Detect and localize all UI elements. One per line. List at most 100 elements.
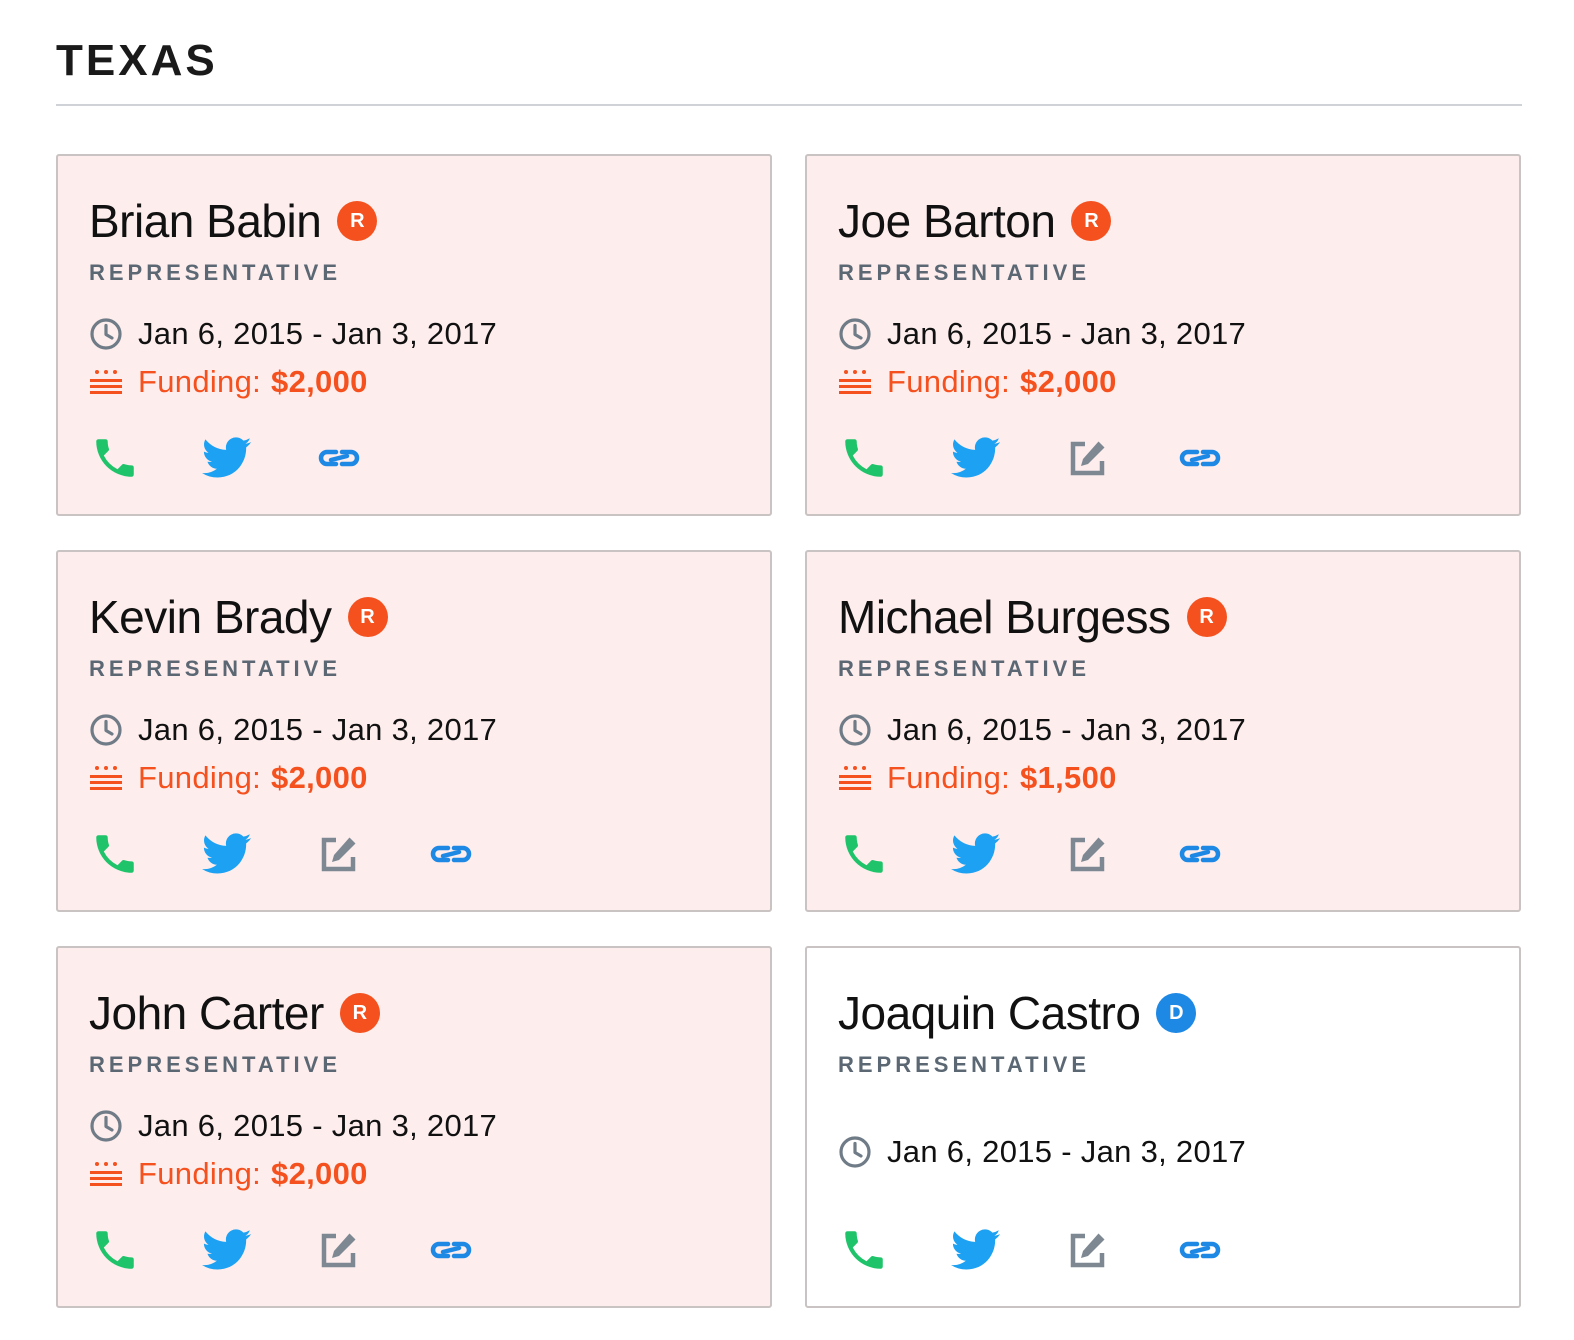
term-dates: Jan 6, 2015 - Jan 3, 2017 xyxy=(887,1134,1247,1169)
name-row: Joe Barton R xyxy=(838,194,1489,248)
twitter-button[interactable] xyxy=(201,432,253,484)
funding-icon xyxy=(838,764,872,792)
clock-icon xyxy=(89,317,123,351)
website-link-button[interactable] xyxy=(1174,828,1226,880)
action-bar xyxy=(89,828,537,880)
legislator-card: Joaquin Castro D REPRESENTATIVE Jan 6, 2… xyxy=(805,946,1521,1308)
website-link-button[interactable] xyxy=(425,828,477,880)
link-icon xyxy=(426,1235,476,1265)
link-icon xyxy=(314,443,364,473)
legislator-name: Brian Babin xyxy=(89,195,322,247)
website-link-button[interactable] xyxy=(1174,432,1226,484)
action-bar xyxy=(89,1224,537,1276)
link-icon xyxy=(426,839,476,869)
call-button[interactable] xyxy=(838,432,890,484)
legislator-name: Joaquin Castro xyxy=(838,987,1141,1039)
funding-icon xyxy=(89,1160,123,1188)
party-badge: R xyxy=(1186,597,1227,637)
funding-row: Funding: $2,000 xyxy=(89,358,740,406)
funding-label: Funding: xyxy=(138,364,262,399)
website-link-button[interactable] xyxy=(425,1224,477,1276)
legislator-role: REPRESENTATIVE xyxy=(838,260,1090,285)
link-icon xyxy=(1175,839,1225,869)
term-dates: Jan 6, 2015 - Jan 3, 2017 xyxy=(138,316,498,351)
contact-form-icon xyxy=(1067,437,1109,479)
website-link-button[interactable] xyxy=(313,432,365,484)
phone-icon xyxy=(90,433,140,483)
term-row: Jan 6, 2015 - Jan 3, 2017 xyxy=(89,312,740,356)
funding-amount: $2,000 xyxy=(271,364,368,399)
funding-label: Funding: xyxy=(138,1156,262,1191)
legislator-card: Brian Babin R REPRESENTATIVE Jan 6, 2015… xyxy=(56,154,772,516)
term-row: Jan 6, 2015 - Jan 3, 2017 xyxy=(89,708,740,752)
funding-amount: $2,000 xyxy=(271,760,368,795)
legislator-name: Michael Burgess xyxy=(838,591,1171,643)
clock-icon xyxy=(838,1135,872,1169)
contact-form-button[interactable] xyxy=(1062,828,1114,880)
twitter-button[interactable] xyxy=(950,1224,1002,1276)
call-button[interactable] xyxy=(838,828,890,880)
phone-icon xyxy=(90,1225,140,1275)
action-bar xyxy=(838,828,1286,880)
action-bar xyxy=(838,432,1286,484)
clock-icon xyxy=(838,713,872,747)
twitter-icon xyxy=(951,832,1001,876)
call-button[interactable] xyxy=(89,432,141,484)
link-icon xyxy=(1175,443,1225,473)
call-button[interactable] xyxy=(89,1224,141,1276)
legislator-name: John Carter xyxy=(89,987,324,1039)
term-row: Jan 6, 2015 - Jan 3, 2017 xyxy=(89,1104,740,1148)
twitter-button[interactable] xyxy=(950,432,1002,484)
twitter-button[interactable] xyxy=(201,828,253,880)
legislator-role: REPRESENTATIVE xyxy=(89,656,341,681)
contact-form-icon xyxy=(1067,1229,1109,1271)
twitter-button[interactable] xyxy=(201,1224,253,1276)
term-dates: Jan 6, 2015 - Jan 3, 2017 xyxy=(887,712,1247,747)
legislator-card: John Carter R REPRESENTATIVE Jan 6, 2015… xyxy=(56,946,772,1308)
website-link-button[interactable] xyxy=(1174,1224,1226,1276)
phone-icon xyxy=(90,829,140,879)
term-dates: Jan 6, 2015 - Jan 3, 2017 xyxy=(138,1108,498,1143)
legislator-grid: Brian Babin R REPRESENTATIVE Jan 6, 2015… xyxy=(56,154,1522,1308)
funding-icon xyxy=(89,368,123,396)
title-divider xyxy=(56,104,1522,106)
funding-amount: $2,000 xyxy=(1020,364,1117,399)
contact-form-button[interactable] xyxy=(1062,432,1114,484)
clock-icon xyxy=(89,1109,123,1143)
action-bar xyxy=(89,432,425,484)
call-button[interactable] xyxy=(838,1224,890,1276)
legislator-name: Joe Barton xyxy=(838,195,1056,247)
term-dates: Jan 6, 2015 - Jan 3, 2017 xyxy=(138,712,498,747)
legislator-card: Michael Burgess R REPRESENTATIVE Jan 6, … xyxy=(805,550,1521,912)
clock-icon xyxy=(89,713,123,747)
funding-row: Funding: $1,500 xyxy=(838,754,1489,802)
party-badge: R xyxy=(1071,201,1112,241)
legislator-card: Kevin Brady R REPRESENTATIVE Jan 6, 2015… xyxy=(56,550,772,912)
twitter-icon xyxy=(202,832,252,876)
page: TEXAS Brian Babin R REPRESENTATIVE Jan 6… xyxy=(0,0,1574,1340)
name-row: Michael Burgess R xyxy=(838,590,1489,644)
twitter-button[interactable] xyxy=(950,828,1002,880)
term-row: Jan 6, 2015 - Jan 3, 2017 xyxy=(838,1130,1489,1174)
legislator-card: Joe Barton R REPRESENTATIVE Jan 6, 2015 … xyxy=(805,154,1521,516)
phone-icon xyxy=(839,829,889,879)
funding-icon xyxy=(838,368,872,396)
contact-form-icon xyxy=(318,1229,360,1271)
funding-label: Funding: xyxy=(138,760,262,795)
call-button[interactable] xyxy=(89,828,141,880)
contact-form-icon xyxy=(1067,833,1109,875)
party-badge: D xyxy=(1156,993,1197,1033)
name-row: Kevin Brady R xyxy=(89,590,740,644)
contact-form-button[interactable] xyxy=(313,828,365,880)
contact-form-icon xyxy=(318,833,360,875)
legislator-role: REPRESENTATIVE xyxy=(838,656,1090,681)
party-badge: R xyxy=(337,201,378,241)
contact-form-button[interactable] xyxy=(1062,1224,1114,1276)
legislator-role: REPRESENTATIVE xyxy=(838,1052,1090,1077)
party-badge: R xyxy=(347,597,388,637)
twitter-icon xyxy=(202,1228,252,1272)
twitter-icon xyxy=(951,436,1001,480)
clock-icon xyxy=(838,317,872,351)
legislator-role: REPRESENTATIVE xyxy=(89,1052,341,1077)
contact-form-button[interactable] xyxy=(313,1224,365,1276)
